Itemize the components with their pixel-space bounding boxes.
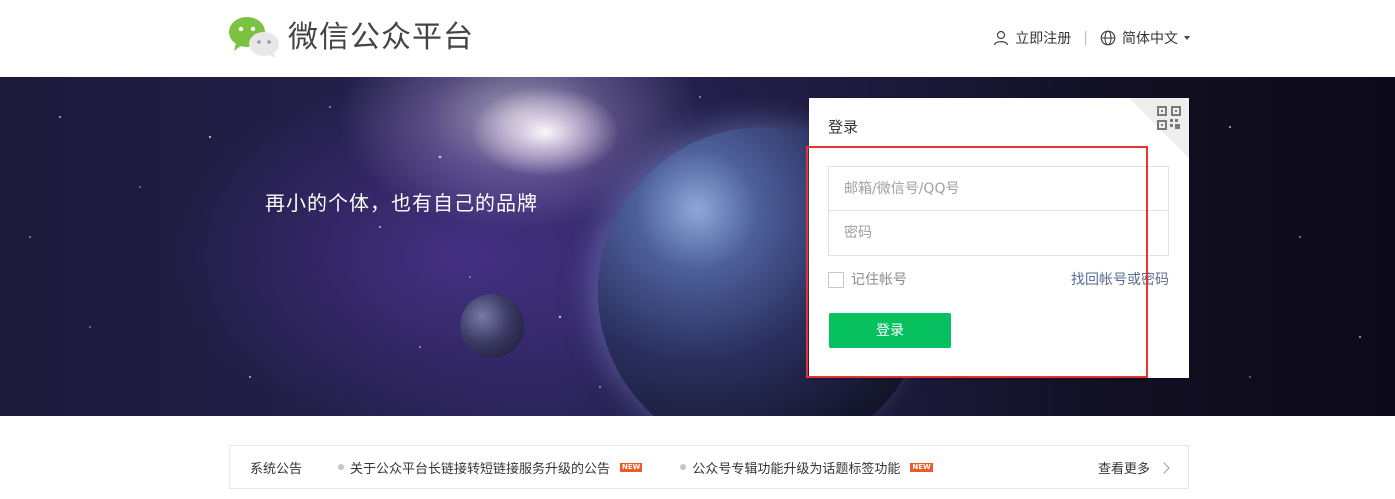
notice-item[interactable]: 关于公众平台长链接转短链接服务升级的公告 NEW bbox=[338, 458, 643, 477]
qr-login-toggle[interactable] bbox=[1129, 98, 1189, 158]
light-flare-decoration bbox=[470, 87, 620, 177]
qrcode-icon[interactable] bbox=[1157, 106, 1181, 130]
notice-label: 系统公告 bbox=[250, 461, 303, 477]
account-input[interactable] bbox=[829, 167, 1168, 210]
brand-title[interactable]: 微信公众平台 bbox=[288, 18, 474, 58]
notice-item-text[interactable]: 关于公众平台长链接转短链接服务升级的公告 bbox=[350, 458, 610, 477]
login-panel: 登录 记住帐号 找回帐号或密码 登录 bbox=[809, 98, 1189, 378]
banner-slogan: 再小的个体，也有自己的品牌 bbox=[265, 191, 538, 215]
user-icon bbox=[994, 30, 1009, 46]
language-selector[interactable]: 简体中文 bbox=[1122, 28, 1178, 48]
forgot-account-link[interactable]: 找回帐号或密码 bbox=[1071, 271, 1169, 289]
top-header: 微信公众平台 立即注册 | 简体中文 bbox=[0, 0, 1395, 76]
login-button[interactable]: 登录 bbox=[829, 313, 951, 348]
system-notice-bar: 系统公告 关于公众平台长链接转短链接服务升级的公告 NEW 公众号专辑功能升级为… bbox=[229, 445, 1189, 489]
notice-item[interactable]: 公众号专辑功能升级为话题标签功能 NEW bbox=[680, 458, 933, 477]
remember-label: 记住帐号 bbox=[851, 272, 907, 288]
bullet-dot bbox=[338, 464, 344, 470]
notice-item-text[interactable]: 公众号专辑功能升级为话题标签功能 bbox=[692, 458, 900, 477]
login-title: 登录 bbox=[828, 118, 859, 136]
account-field bbox=[828, 166, 1169, 211]
remember-checkbox[interactable] bbox=[828, 272, 844, 288]
password-input[interactable] bbox=[829, 211, 1168, 255]
globe-icon bbox=[1100, 30, 1116, 46]
view-more-link[interactable]: 查看更多 bbox=[1098, 458, 1170, 477]
view-more-label[interactable]: 查看更多 bbox=[1098, 458, 1150, 477]
divider: | bbox=[1083, 30, 1088, 46]
wechat-logo-icon[interactable] bbox=[228, 16, 280, 58]
new-badge: NEW bbox=[620, 462, 643, 472]
moon-image bbox=[460, 294, 524, 358]
new-badge: NEW bbox=[910, 462, 933, 472]
chevron-down-icon[interactable] bbox=[1184, 36, 1190, 40]
top-links: 立即注册 | 简体中文 bbox=[993, 27, 1190, 49]
remember-account[interactable]: 记住帐号 bbox=[828, 271, 907, 289]
chevron-right-icon[interactable] bbox=[1158, 461, 1170, 474]
register-link[interactable]: 立即注册 bbox=[1015, 28, 1071, 48]
password-field bbox=[828, 211, 1169, 256]
bullet-dot bbox=[680, 464, 687, 470]
